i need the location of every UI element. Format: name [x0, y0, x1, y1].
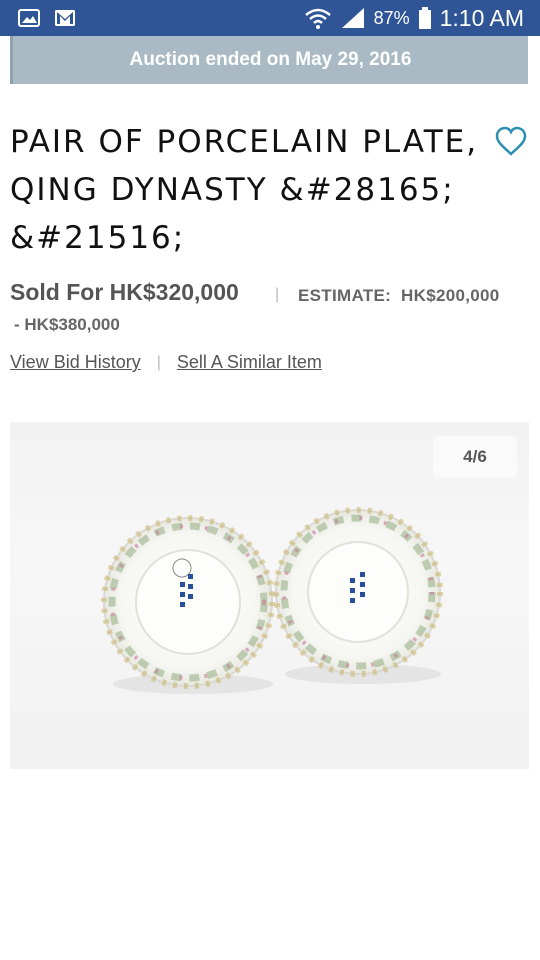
view-bid-history-link[interactable]: View Bid History — [10, 352, 141, 373]
battery-icon — [418, 7, 432, 29]
favorite-heart-icon[interactable] — [495, 126, 527, 156]
battery-percent: 87% — [373, 7, 410, 28]
estimate-low: HK$200,000 — [401, 286, 500, 305]
links-separator: | — [156, 353, 161, 371]
clock: 1:10 AM — [439, 4, 524, 31]
auction-ended-banner: Auction ended on May 29, 2016 — [10, 36, 528, 84]
image-icon — [18, 9, 40, 27]
sold-price: Sold For HK$320,000 — [10, 279, 239, 305]
estimate-label: ESTIMATE: — [298, 286, 392, 305]
estimate: ESTIMATE: HK$200,000 — [298, 286, 500, 306]
price-separator: | — [275, 286, 280, 303]
auction-ended-text: Auction ended on May 29, 2016 — [129, 49, 412, 70]
image-counter: 4/6 — [433, 436, 517, 478]
sell-similar-item-link[interactable]: Sell A Similar Item — [177, 352, 322, 373]
estimate-high: - HK$380,000 — [14, 315, 120, 334]
lot-image-gallery[interactable]: 4/6 — [10, 422, 529, 769]
gmail-icon — [54, 9, 76, 27]
status-bar: 87% 1:10 AM — [0, 0, 540, 36]
signal-icon — [340, 7, 366, 29]
lot-links: View Bid History | Sell A Similar Item — [10, 352, 322, 373]
wifi-icon — [304, 6, 332, 30]
lot-title: PAIR OF PORCELAIN PLATE, QING DYNASTY &#… — [10, 124, 479, 256]
